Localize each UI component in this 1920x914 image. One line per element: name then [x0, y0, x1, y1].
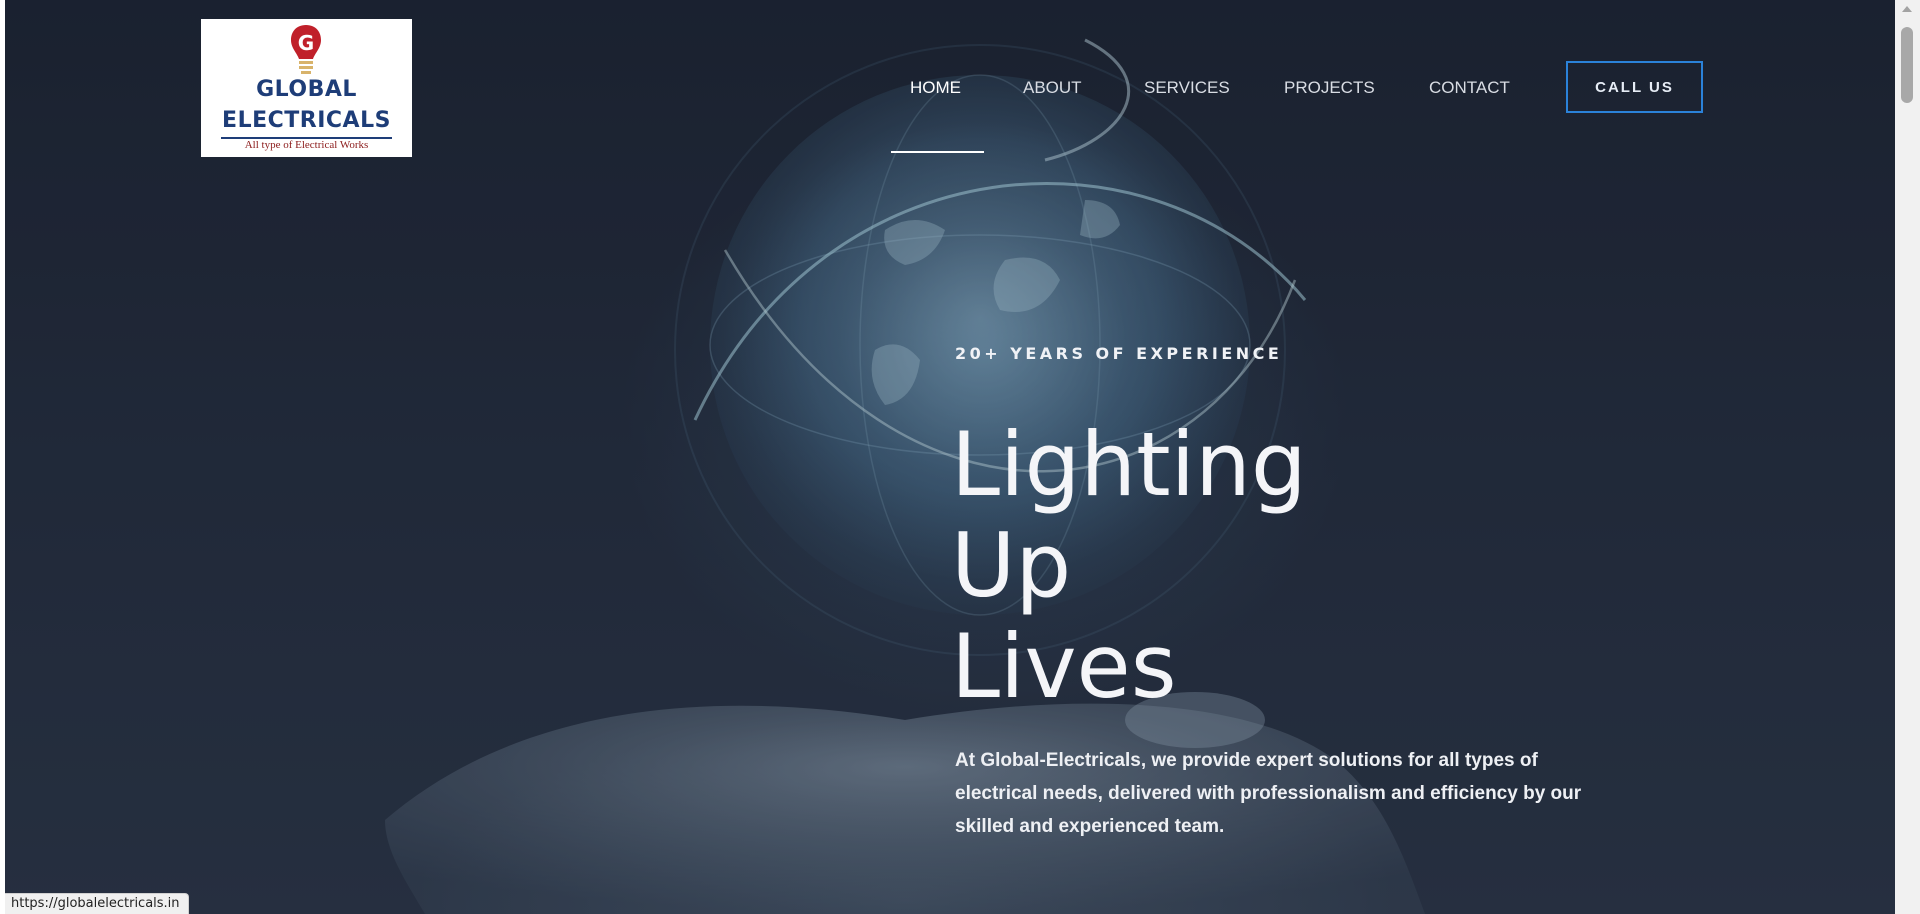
hero-headline: Lighting Up Lives	[951, 414, 1307, 717]
hero-headline-line: Lighting	[951, 413, 1307, 516]
logo-tagline: All type of Electrical Works	[244, 139, 369, 151]
hero-headline-line: Lives	[951, 615, 1177, 718]
logo-brand-line1: GLOBAL	[256, 77, 357, 102]
nav-item-about[interactable]: ABOUT	[1023, 78, 1082, 98]
nav-item-services[interactable]: SERVICES	[1144, 78, 1230, 98]
browser-viewport: G GLOBAL ELECTRICALS All type of Electri…	[5, 0, 1895, 914]
hero-eyebrow: 20+ YEARS OF EXPERIENCE	[955, 344, 1283, 363]
nav-active-indicator	[891, 151, 984, 153]
page-scrollbar[interactable]	[1895, 0, 1920, 914]
bulb-g-icon: G	[291, 25, 321, 74]
hero-description: At Global-Electricals, we provide expert…	[955, 750, 1582, 837]
scroll-up-arrow-icon[interactable]	[1902, 6, 1912, 12]
call-us-button[interactable]: CALL US	[1566, 61, 1703, 113]
nav-item-home[interactable]: HOME	[910, 78, 961, 98]
status-bar-url: https://globalelectricals.in	[5, 893, 189, 914]
logo-brand-line2: ELECTRICALS	[222, 108, 391, 133]
svg-text:G: G	[298, 31, 314, 55]
hero-headline-line: Up	[951, 514, 1072, 617]
nav-item-projects[interactable]: PROJECTS	[1284, 78, 1375, 98]
site-logo[interactable]: G GLOBAL ELECTRICALS All type of Electri…	[201, 19, 412, 157]
nav-item-contact[interactable]: CONTACT	[1429, 78, 1510, 98]
scrollbar-thumb[interactable]	[1901, 27, 1913, 103]
